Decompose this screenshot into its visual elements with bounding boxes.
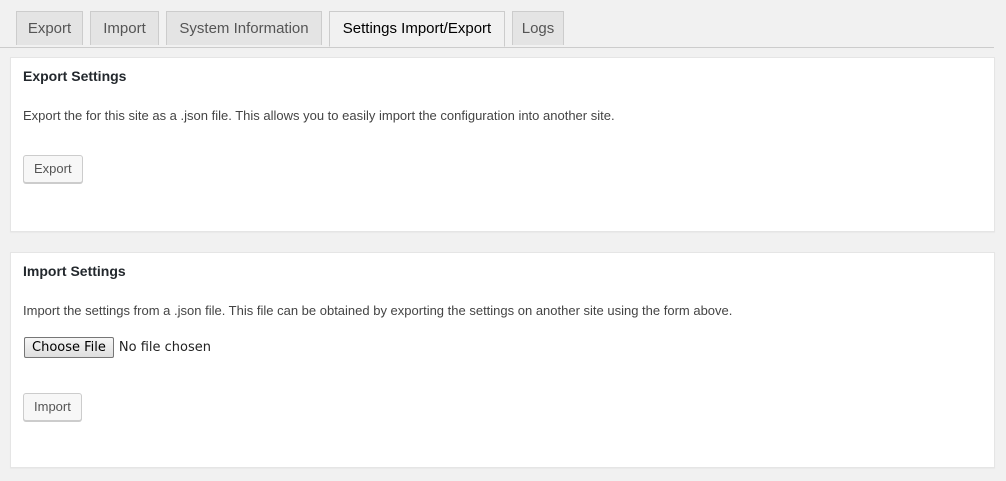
tab-bar: Export Import System Information Setting… (0, 0, 994, 48)
tab-system-information[interactable]: System Information (166, 11, 322, 45)
export-settings-title: Export Settings (23, 68, 127, 84)
import-button[interactable]: Import (23, 393, 82, 421)
import-settings-title: Import Settings (23, 263, 126, 279)
tab-logs[interactable]: Logs (512, 11, 564, 45)
export-settings-panel: Export Settings Export the for this site… (10, 57, 995, 232)
choose-file-button[interactable]: Choose File (24, 336, 114, 358)
export-button[interactable]: Export (23, 155, 83, 183)
import-settings-description: Import the settings from a .json file. T… (23, 303, 733, 318)
tab-settings-import-export[interactable]: Settings Import/Export (329, 11, 505, 47)
file-input: Choose File No file chosen (24, 336, 211, 358)
export-settings-description: Export the for this site as a .json file… (23, 108, 615, 123)
import-settings-panel: Import Settings Import the settings from… (10, 252, 995, 468)
file-status-text: No file chosen (118, 339, 211, 355)
tab-export[interactable]: Export (16, 11, 83, 45)
page: Export Import System Information Setting… (0, 0, 1006, 481)
tab-import[interactable]: Import (90, 11, 159, 45)
